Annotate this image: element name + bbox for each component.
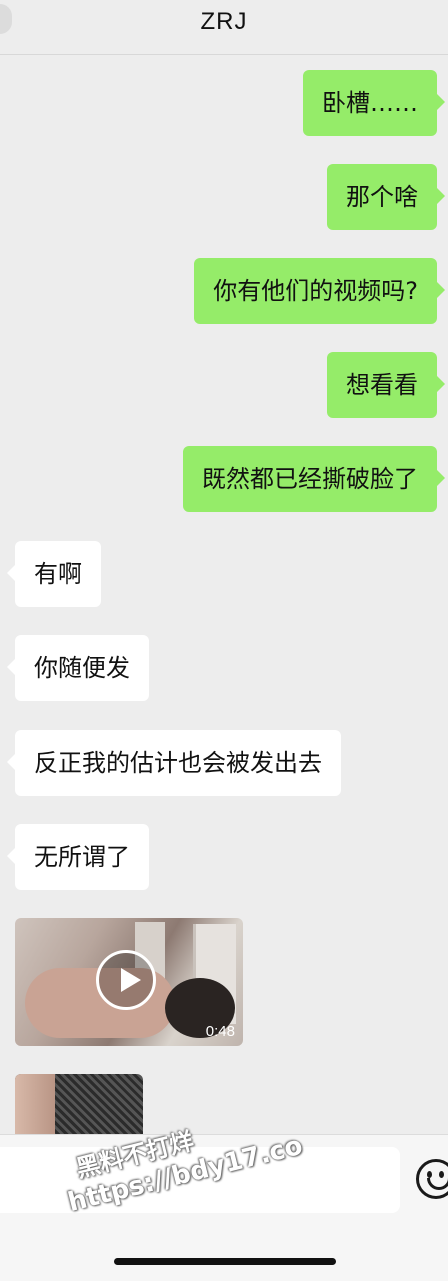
message-text: 有啊 [34, 560, 82, 588]
message-bubble-outgoing[interactable]: 想看看 [327, 352, 445, 418]
chat-header: ZRJ [0, 0, 448, 55]
message-text: 无所谓了 [34, 843, 130, 871]
message-bubble-outgoing[interactable]: 既然都已经撕破脸了 [183, 446, 445, 512]
message-bubble-incoming[interactable]: 无所谓了 [7, 824, 149, 890]
play-icon[interactable] [96, 950, 156, 1010]
home-indicator[interactable] [114, 1258, 336, 1265]
video-duration: 0:48 [205, 1023, 235, 1040]
message-text: 既然都已经撕破脸了 [202, 465, 418, 493]
message-text: 你随便发 [34, 654, 130, 682]
message-bubble-incoming[interactable]: 有啊 [7, 541, 101, 607]
message-bubble-incoming[interactable]: 你随便发 [7, 635, 149, 701]
emoji-icon[interactable] [416, 1159, 448, 1199]
message-bubble-outgoing[interactable]: 你有他们的视频吗? [194, 258, 445, 324]
message-text: 那个啥 [346, 183, 418, 211]
message-text: 你有他们的视频吗? [213, 277, 418, 305]
video-message[interactable]: 0:48 [15, 918, 243, 1046]
message-bubble-outgoing[interactable]: 那个啥 [327, 164, 445, 230]
chat-title: ZRJ [200, 8, 248, 35]
message-bubble-outgoing[interactable]: 卧槽…… [303, 70, 445, 136]
message-text: 卧槽…… [322, 89, 418, 117]
message-text: 反正我的估计也会被发出去 [34, 749, 322, 777]
message-text: 想看看 [346, 371, 418, 399]
message-bubble-incoming[interactable]: 反正我的估计也会被发出去 [7, 730, 341, 796]
message-input[interactable] [0, 1147, 400, 1213]
